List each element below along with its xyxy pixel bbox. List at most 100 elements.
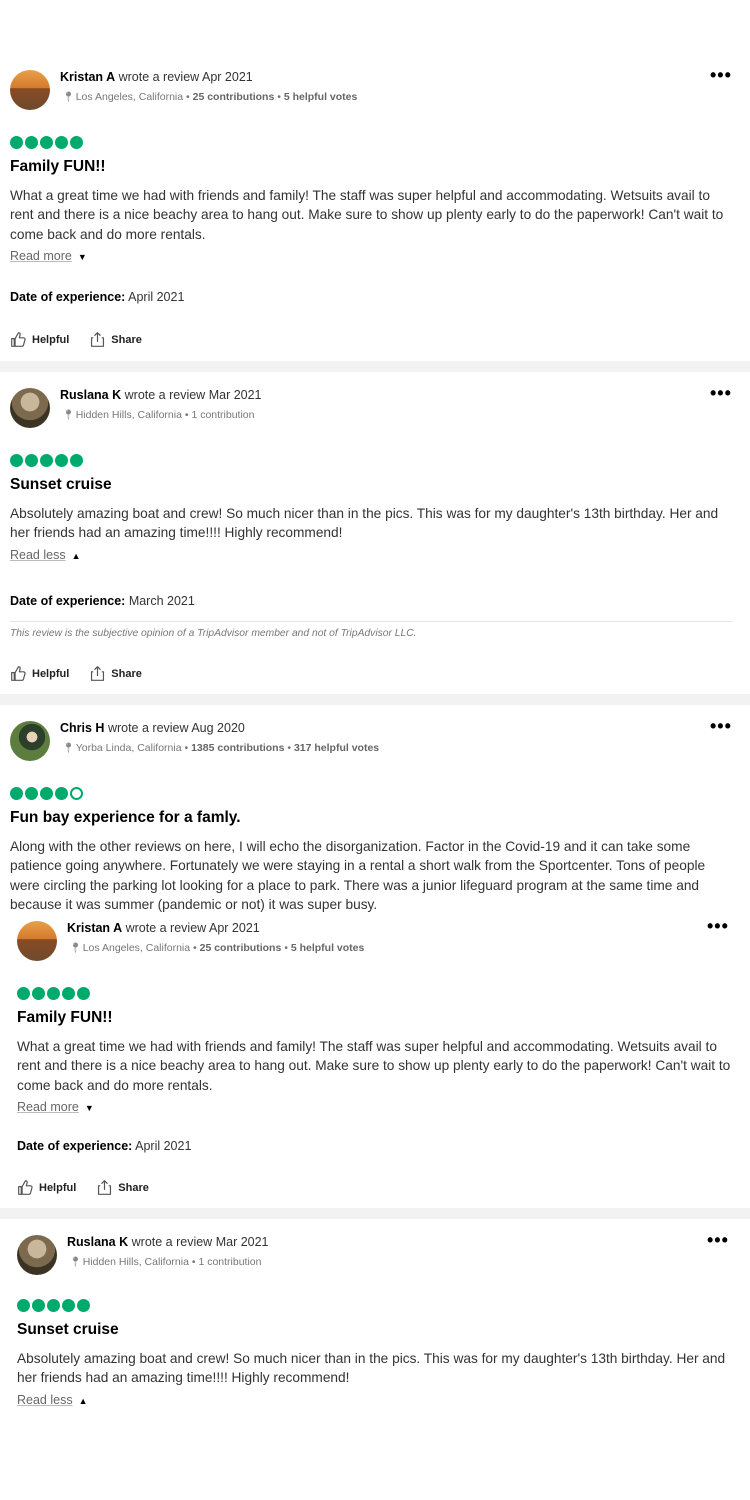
author-line: Ruslana K wrote a review Mar 2021: [60, 388, 262, 402]
author-location: Los Angeles, California: [75, 91, 184, 103]
author-meta: 📍︎Hidden Hills, California • 1 contribut…: [69, 1256, 262, 1268]
review-title[interactable]: Family FUN!!: [10, 158, 106, 176]
bubble-rating: [10, 454, 83, 467]
review-separator: [0, 1208, 750, 1219]
read-less-label: Read less: [17, 1393, 73, 1407]
thumbs-up-icon: [11, 666, 26, 681]
date-of-experience-value: March 2021: [128, 594, 195, 608]
rating-bubble-filled: [40, 136, 53, 149]
share-button[interactable]: Share: [89, 331, 142, 348]
helpful-label: Helpful: [39, 1181, 77, 1194]
review-action: wrote a review: [125, 921, 207, 935]
review-card: Chris H wrote a review Aug 2020 📍︎Yorba …: [10, 717, 750, 912]
read-more-label: Read more: [10, 249, 72, 263]
rating-bubble-filled: [55, 454, 68, 467]
review-date: Apr 2021: [201, 70, 253, 84]
rating-bubble-filled: [55, 136, 68, 149]
rating-bubble-filled: [77, 987, 90, 1000]
rating-bubble-filled: [62, 1299, 75, 1312]
review-card: Ruslana K wrote a review Mar 2021 📍︎Hidd…: [17, 1231, 750, 1407]
author-name[interactable]: Ruslana K: [67, 1235, 128, 1249]
review-title[interactable]: Sunset cruise: [10, 476, 112, 494]
more-options-icon[interactable]: •••: [710, 66, 732, 84]
date-of-experience-label: Date of experience:: [10, 594, 126, 608]
review-header: Kristan A wrote a review Apr 2021 📍︎Los …: [10, 66, 750, 112]
rating-bubble-filled: [55, 787, 68, 800]
rating-bubble-filled: [32, 1299, 45, 1312]
more-options-icon[interactable]: •••: [707, 917, 729, 935]
review-body: Along with the other reviews on here, I …: [10, 839, 706, 912]
review-action: wrote a review: [131, 1235, 213, 1249]
review-title[interactable]: Family FUN!!: [17, 1009, 113, 1027]
date-of-experience: Date of experience: March 2021: [10, 594, 195, 608]
author-name[interactable]: Ruslana K: [60, 388, 121, 402]
share-button[interactable]: Share: [89, 665, 142, 682]
review-card: Kristan A wrote a review Apr 2021 📍︎Los …: [10, 66, 750, 347]
rating-bubble-filled: [70, 136, 83, 149]
review-body: What a great time we had with friends an…: [10, 188, 724, 242]
share-label: Share: [111, 333, 142, 346]
review-action: wrote a review: [107, 721, 189, 735]
more-options-icon[interactable]: •••: [710, 384, 732, 402]
review-header: Ruslana K wrote a review Mar 2021 📍︎Hidd…: [10, 384, 750, 430]
rating-bubble-filled: [17, 1299, 30, 1312]
review-body: Absolutely amazing boat and crew! So muc…: [10, 506, 719, 541]
review-date: Mar 2021: [208, 388, 262, 402]
author-name[interactable]: Kristan A: [60, 70, 115, 84]
rating-bubble-filled: [70, 454, 83, 467]
read-more-button[interactable]: Read more ▼: [17, 1100, 94, 1114]
rating-bubble-empty: [70, 787, 83, 800]
rating-bubble-filled: [25, 136, 38, 149]
map-pin-icon: 📍︎: [62, 743, 75, 754]
read-less-button[interactable]: Read less ▲: [17, 1393, 88, 1407]
bubble-rating: [17, 1299, 90, 1312]
avatar[interactable]: [10, 70, 50, 110]
avatar[interactable]: [10, 721, 50, 761]
read-more-button[interactable]: Read more ▼: [10, 249, 87, 263]
more-options-icon[interactable]: •••: [707, 1231, 729, 1249]
bubble-rating: [10, 136, 83, 149]
share-label: Share: [118, 1181, 149, 1194]
date-of-experience: Date of experience: April 2021: [10, 290, 184, 304]
review-action: wrote a review: [118, 70, 200, 84]
author-location: Los Angeles, California: [82, 942, 191, 954]
author-meta: 📍︎Los Angeles, California • 25 contribut…: [69, 942, 365, 954]
contributions-count: 1385 contributions: [191, 742, 285, 754]
review-date: Apr 2021: [208, 921, 260, 935]
rating-bubble-filled: [40, 454, 53, 467]
review-date: Aug 2020: [191, 721, 245, 735]
author-line: Kristan A wrote a review Apr 2021: [60, 70, 253, 84]
helpful-button[interactable]: Helpful: [10, 665, 69, 682]
author-meta: 📍︎Yorba Linda, California • 1385 contrib…: [62, 742, 380, 754]
author-location: Yorba Linda, California: [75, 742, 182, 754]
more-options-icon[interactable]: •••: [710, 717, 732, 735]
avatar[interactable]: [17, 921, 57, 961]
author-line: Ruslana K wrote a review Mar 2021: [67, 1235, 269, 1249]
rating-bubble-filled: [77, 1299, 90, 1312]
read-less-button[interactable]: Read less ▲: [10, 548, 81, 562]
map-pin-icon: 📍︎: [69, 943, 82, 954]
read-more-label: Read more: [17, 1100, 79, 1114]
helpful-button[interactable]: Helpful: [10, 331, 69, 348]
author-line: Kristan A wrote a review Apr 2021: [67, 921, 260, 935]
review-separator: [0, 361, 750, 372]
contributions-count: 1 contribution: [198, 1256, 262, 1268]
helpful-button[interactable]: Helpful: [17, 1179, 76, 1196]
rating-bubble-filled: [40, 787, 53, 800]
bubble-rating: [10, 787, 83, 800]
share-icon: [91, 332, 105, 347]
review-header: Kristan A wrote a review Apr 2021 📍︎Los …: [17, 917, 750, 963]
avatar[interactable]: [17, 1235, 57, 1275]
author-name[interactable]: Kristan A: [67, 921, 122, 935]
date-of-experience-label: Date of experience:: [17, 1139, 133, 1153]
avatar[interactable]: [10, 388, 50, 428]
map-pin-icon: 📍︎: [69, 1257, 82, 1268]
review-title[interactable]: Fun bay experience for a famly.: [10, 809, 241, 827]
review-separator: [0, 694, 750, 705]
share-button[interactable]: Share: [96, 1179, 149, 1196]
contributions-count: 25 contributions: [199, 942, 282, 954]
review-card: Ruslana K wrote a review Mar 2021 📍︎Hidd…: [10, 384, 750, 681]
share-icon: [98, 1180, 112, 1195]
review-title[interactable]: Sunset cruise: [17, 1321, 119, 1339]
author-name[interactable]: Chris H: [60, 721, 104, 735]
